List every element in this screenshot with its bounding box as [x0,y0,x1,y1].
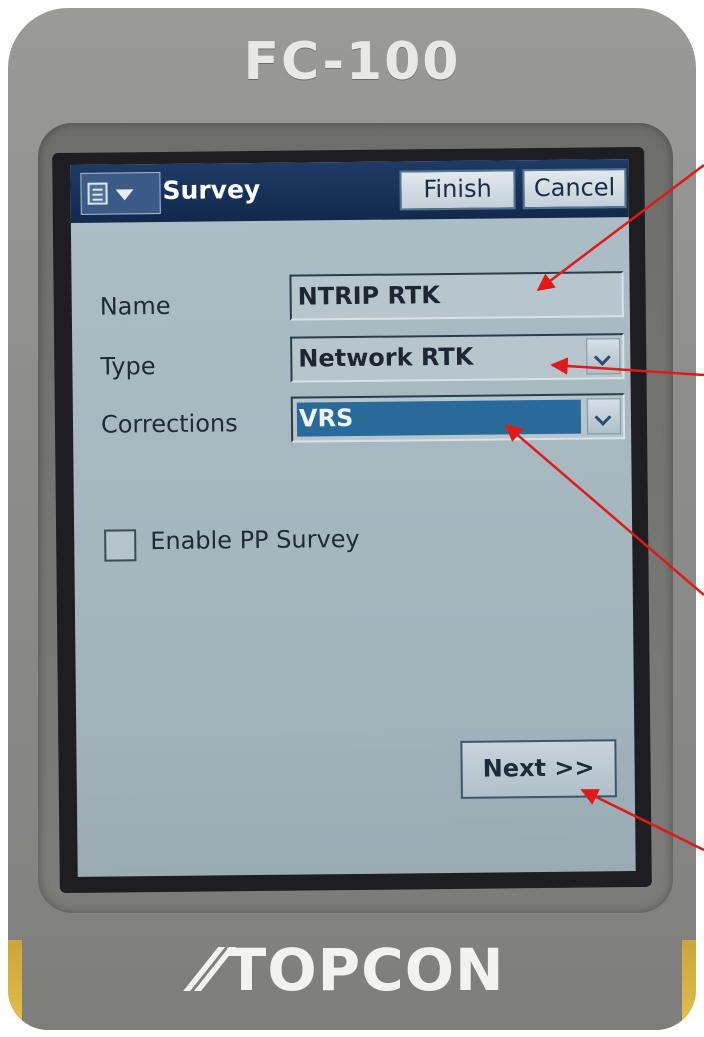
corrections-dropdown-button[interactable] [586,398,622,435]
chevron-down-icon [115,189,134,201]
title-bar: Survey Finish Cancel [70,159,629,223]
enable-pp-survey-label: Enable PP Survey [150,524,360,556]
brand-mark-icon: ⁄⁄ [199,936,221,1004]
window-title: Survey [162,174,261,205]
brand-logo: ⁄⁄ TOPCON [8,936,696,1004]
type-dropdown-button[interactable] [586,338,621,375]
cancel-button[interactable]: Cancel [522,168,627,210]
name-input[interactable]: NTRIP RTK [289,271,624,321]
corrections-label: Corrections [100,409,238,439]
enable-pp-survey-checkbox[interactable] [104,529,137,562]
screen: Survey Finish Cancel Name NTRIP RTK Type… [70,159,636,877]
corrections-select-value: VRS [298,403,354,433]
finish-button[interactable]: Finish [399,169,516,211]
type-select-value: Network RTK [298,342,474,373]
corrections-select[interactable]: VRS [290,393,626,443]
type-select[interactable]: Network RTK [290,333,625,383]
next-button[interactable]: Next >> [460,739,617,799]
type-label: Type [100,352,156,381]
start-menu-button[interactable] [80,171,161,215]
name-label: Name [99,291,171,321]
device-model-label: FC-100 [243,32,461,92]
brand-name: TOPCON [226,936,505,1004]
start-menu-icon [87,182,108,205]
